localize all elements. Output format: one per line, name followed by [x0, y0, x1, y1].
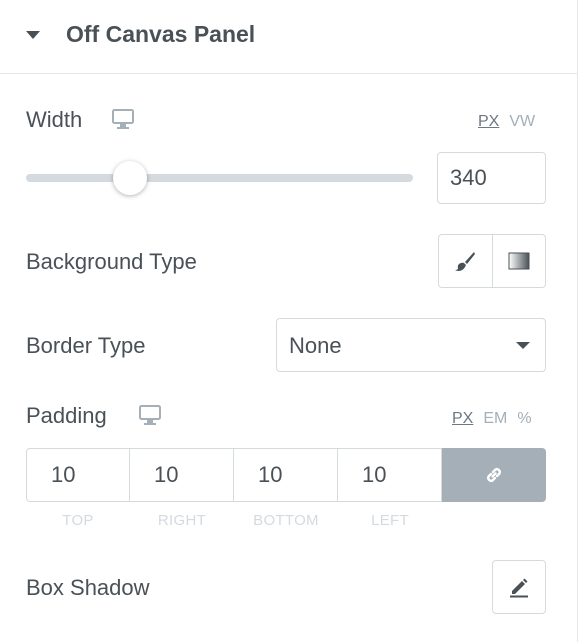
padding-right-input[interactable]: [130, 448, 234, 502]
label-top: TOP: [62, 512, 94, 529]
padding-label: Padding: [26, 403, 107, 428]
box-shadow-edit-button[interactable]: [492, 560, 546, 614]
pencil-icon: [510, 578, 528, 598]
unit-px[interactable]: PX: [478, 113, 499, 131]
border-type-value: None: [289, 333, 342, 358]
border-type-label: Border Type: [26, 333, 146, 358]
padding-left-input[interactable]: [338, 448, 442, 502]
padding-dimensions: [26, 448, 546, 502]
off-canvas-panel-section: Off Canvas Panel Width PX VW Background …: [0, 0, 578, 642]
width-slider-handle[interactable]: [113, 161, 148, 195]
label-left: LEFT: [371, 512, 409, 529]
padding-side-labels: TOP RIGHT BOTTOM LEFT: [26, 512, 442, 529]
unit-em[interactable]: EM: [483, 410, 507, 428]
background-type-choices: [438, 234, 546, 288]
background-classic-choice[interactable]: [439, 235, 492, 287]
link-icon: [487, 468, 501, 482]
caret-down-icon: [26, 31, 40, 39]
desktop-icon[interactable]: [112, 109, 134, 129]
border-type-select[interactable]: None: [276, 318, 546, 372]
width-unit-switcher: PX VW: [478, 113, 535, 131]
width-slider-track[interactable]: [26, 174, 413, 182]
unit-percent[interactable]: %: [517, 410, 531, 428]
background-gradient-choice[interactable]: [491, 235, 546, 287]
unit-vw[interactable]: VW: [509, 113, 535, 131]
padding-unit-switcher: PX EM %: [452, 410, 532, 428]
link-values-button[interactable]: [442, 448, 546, 502]
width-input[interactable]: [437, 152, 546, 204]
label-bottom: BOTTOM: [253, 512, 319, 529]
width-label: Width: [26, 107, 83, 132]
desktop-icon[interactable]: [139, 405, 161, 425]
background-type-label: Background Type: [26, 249, 197, 274]
padding-top-input[interactable]: [26, 448, 130, 502]
gradient-icon: [508, 252, 530, 270]
chevron-down-icon: [516, 342, 530, 349]
padding-bottom-input[interactable]: [234, 448, 338, 502]
unit-px[interactable]: PX: [452, 410, 473, 428]
brush-icon: [455, 252, 476, 271]
section-title: Off Canvas Panel: [66, 21, 256, 47]
label-right: RIGHT: [157, 512, 207, 529]
section-header[interactable]: Off Canvas Panel: [0, 0, 577, 74]
box-shadow-label: Box Shadow: [26, 575, 150, 600]
